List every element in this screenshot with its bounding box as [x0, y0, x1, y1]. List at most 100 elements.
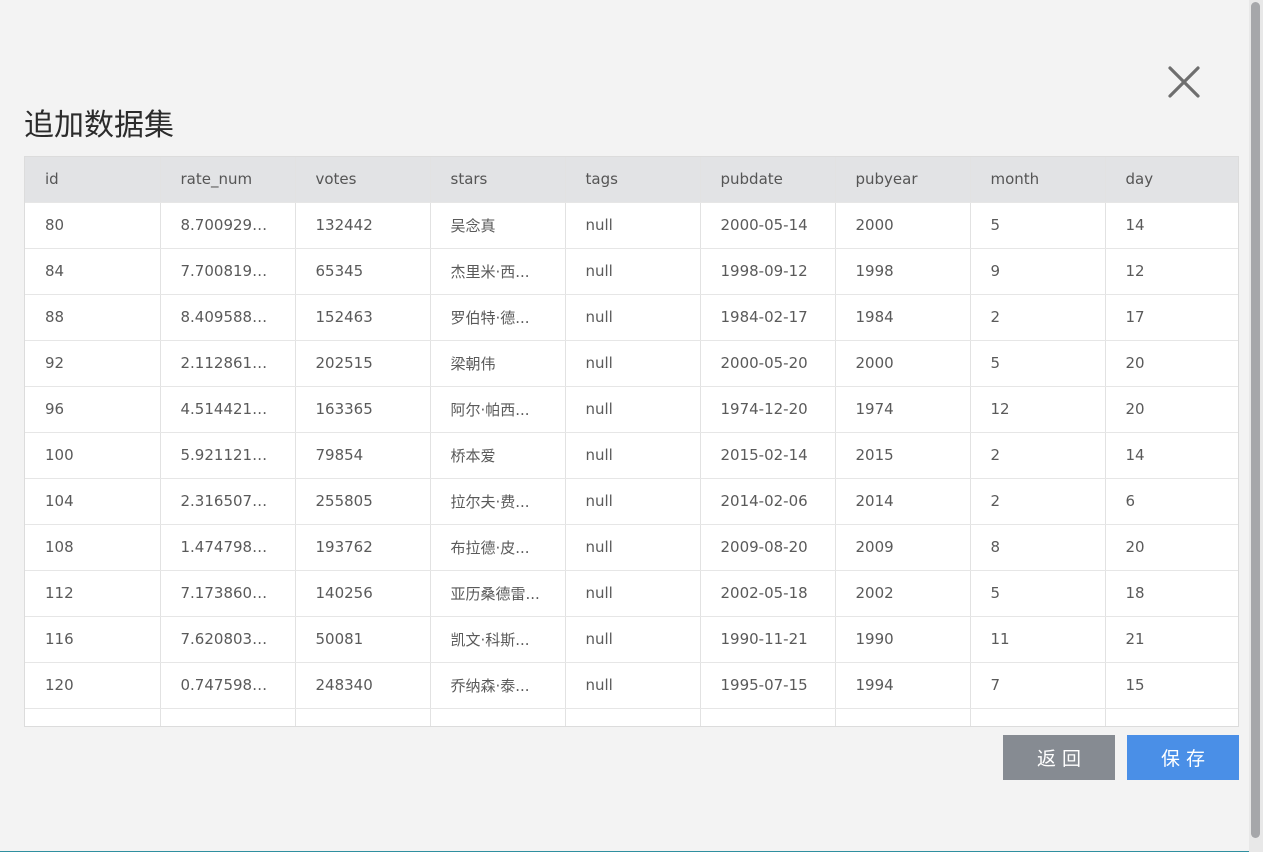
- column-header-votes[interactable]: votes: [295, 157, 431, 203]
- column-header-stars[interactable]: stars: [430, 157, 566, 203]
- column-header-tags[interactable]: tags: [565, 157, 701, 203]
- table-cell-tags: null: [565, 524, 701, 571]
- table-row[interactable]: 112 7.17386078... 140256 亚历桑德雷... null 2002-0…: [25, 570, 1238, 617]
- column-header-id[interactable]: id: [25, 157, 161, 203]
- table-cell-month: 5: [970, 570, 1106, 617]
- table-row[interactable]: 116 7.62080371... 50081 凯文·科斯... null 1990-11…: [25, 616, 1238, 663]
- data-table-container[interactable]: id rate_num votes stars tags pubdate pubyear mo…: [24, 156, 1239, 727]
- table-cell-tags: null: [565, 616, 701, 663]
- column-header-pubyear[interactable]: pubyear: [835, 157, 971, 203]
- column-header-day[interactable]: day: [1105, 157, 1238, 203]
- column-header-pubdate[interactable]: pubdate: [700, 157, 836, 203]
- table-cell-pubyear: 1994: [835, 662, 971, 709]
- table-cell-month: 5: [970, 202, 1106, 249]
- table-cell-day: 6: [1105, 478, 1238, 525]
- table-cell-pubyear: 2014: [835, 478, 971, 525]
- table-cell-pubdate: [700, 708, 836, 726]
- table-cell-day: 20: [1105, 524, 1238, 571]
- table-cell-pubdate: 2009-08-20: [700, 524, 836, 571]
- table-cell-tags: null: [565, 248, 701, 295]
- table-row[interactable]: 120 0.74759809... 248340 乔纳森·泰... null 1995-0…: [25, 662, 1238, 709]
- table-cell-stars: 吴念真: [430, 202, 566, 249]
- table-cell-day: 15: [1105, 662, 1238, 709]
- table-row[interactable]: 108 1.47479885... 193762 布拉德·皮... null 2009-0…: [25, 524, 1238, 571]
- table-cell-votes: [295, 708, 431, 726]
- column-header-month[interactable]: month: [970, 157, 1106, 203]
- dialog: 追加数据集 id rate_num votes stars tags pubdate pub…: [0, 0, 1263, 852]
- table-cell-id: 84: [25, 248, 161, 295]
- table-cell-id: 116: [25, 616, 161, 663]
- table-cell-stars: [430, 708, 566, 726]
- table-cell-stars: 梁朝伟: [430, 340, 566, 387]
- table-cell-stars: 杰里米·西...: [430, 248, 566, 295]
- table-cell-votes: 163365: [295, 386, 431, 433]
- table-cell-pubdate: 2015-02-14: [700, 432, 836, 479]
- table-cell-month: 12: [970, 386, 1106, 433]
- back-button[interactable]: 返回: [1003, 735, 1115, 780]
- table-cell-rate-num: [160, 708, 296, 726]
- table-cell-month: 8: [970, 524, 1106, 571]
- table-cell-votes: 255805: [295, 478, 431, 525]
- table-row[interactable]: [25, 708, 1238, 726]
- table-row[interactable]: 96 4.51442149... 163365 阿尔·帕西... null 1974-12…: [25, 386, 1238, 433]
- table-cell-id: 88: [25, 294, 161, 341]
- table-cell-pubyear: 2002: [835, 570, 971, 617]
- table-cell-pubyear: 2000: [835, 202, 971, 249]
- table-cell-pubdate: 2000-05-20: [700, 340, 836, 387]
- table-cell-votes: 193762: [295, 524, 431, 571]
- table-cell-stars: 布拉德·皮...: [430, 524, 566, 571]
- table-cell-month: 2: [970, 478, 1106, 525]
- table-cell-pubyear: 2015: [835, 432, 971, 479]
- table-cell-id: 100: [25, 432, 161, 479]
- vertical-scrollbar[interactable]: [1249, 0, 1263, 852]
- table-cell-month: 11: [970, 616, 1106, 663]
- column-header-rate-num[interactable]: rate_num: [160, 157, 296, 203]
- table-row[interactable]: 104 2.31650741... 255805 拉尔夫·费... null 2014-0…: [25, 478, 1238, 525]
- table-cell-pubdate: 1974-12-20: [700, 386, 836, 433]
- table-cell-tags: null: [565, 386, 701, 433]
- table-cell-stars: 亚历桑德雷...: [430, 570, 566, 617]
- table-cell-month: 2: [970, 294, 1106, 341]
- table-cell-day: 14: [1105, 432, 1238, 479]
- table-cell-stars: 阿尔·帕西...: [430, 386, 566, 433]
- table-cell-rate-num: 7.17386078...: [160, 570, 296, 617]
- table-cell-rate-num: 2.11286133...: [160, 340, 296, 387]
- table-cell-pubdate: 1984-02-17: [700, 294, 836, 341]
- table-cell-tags: null: [565, 478, 701, 525]
- table-cell-pubyear: 1998: [835, 248, 971, 295]
- table-cell-month: 9: [970, 248, 1106, 295]
- table-cell-tags: null: [565, 662, 701, 709]
- table-cell-rate-num: 1.47479885...: [160, 524, 296, 571]
- table-cell-pubyear: 1984: [835, 294, 971, 341]
- table-cell-pubyear: 2009: [835, 524, 971, 571]
- table-row[interactable]: 92 2.11286133... 202515 梁朝伟 null 2000-05-20 20…: [25, 340, 1238, 387]
- table-row[interactable]: 84 7.70081954... 65345 杰里米·西... null 1998-09-…: [25, 248, 1238, 295]
- scrollbar-thumb[interactable]: [1251, 2, 1260, 838]
- table-cell-id: 96: [25, 386, 161, 433]
- table-cell-pubdate: 1995-07-15: [700, 662, 836, 709]
- table-cell-rate-num: 4.51442149...: [160, 386, 296, 433]
- table-cell-id: 120: [25, 662, 161, 709]
- table-cell-pubdate: 1998-09-12: [700, 248, 836, 295]
- table-cell-month: 2: [970, 432, 1106, 479]
- table-cell-day: 12: [1105, 248, 1238, 295]
- table-cell-votes: 132442: [295, 202, 431, 249]
- table-row[interactable]: 88 8.40958884... 152463 罗伯特·德... null 1984-02…: [25, 294, 1238, 341]
- table-cell-day: 14: [1105, 202, 1238, 249]
- table-cell-pubdate: 1990-11-21: [700, 616, 836, 663]
- table-cell-pubdate: 2002-05-18: [700, 570, 836, 617]
- close-icon[interactable]: [1166, 64, 1202, 100]
- table-row[interactable]: 80 8.70092988... 132442 吴念真 null 2000-05-14 20…: [25, 202, 1238, 249]
- table-cell-stars: 凯文·科斯...: [430, 616, 566, 663]
- table-cell-id: 104: [25, 478, 161, 525]
- table-cell-day: 17: [1105, 294, 1238, 341]
- table-cell-month: 5: [970, 340, 1106, 387]
- table-cell-day: 20: [1105, 386, 1238, 433]
- table-cell-pubyear: 1974: [835, 386, 971, 433]
- table-cell-day: 21: [1105, 616, 1238, 663]
- save-button[interactable]: 保存: [1127, 735, 1239, 780]
- table-cell-rate-num: 8.40958884...: [160, 294, 296, 341]
- table-cell-pubdate: 2014-02-06: [700, 478, 836, 525]
- table-cell-tags: null: [565, 432, 701, 479]
- table-row[interactable]: 100 5.92112170... 79854 桥本爱 null 2015-02-14 20…: [25, 432, 1238, 479]
